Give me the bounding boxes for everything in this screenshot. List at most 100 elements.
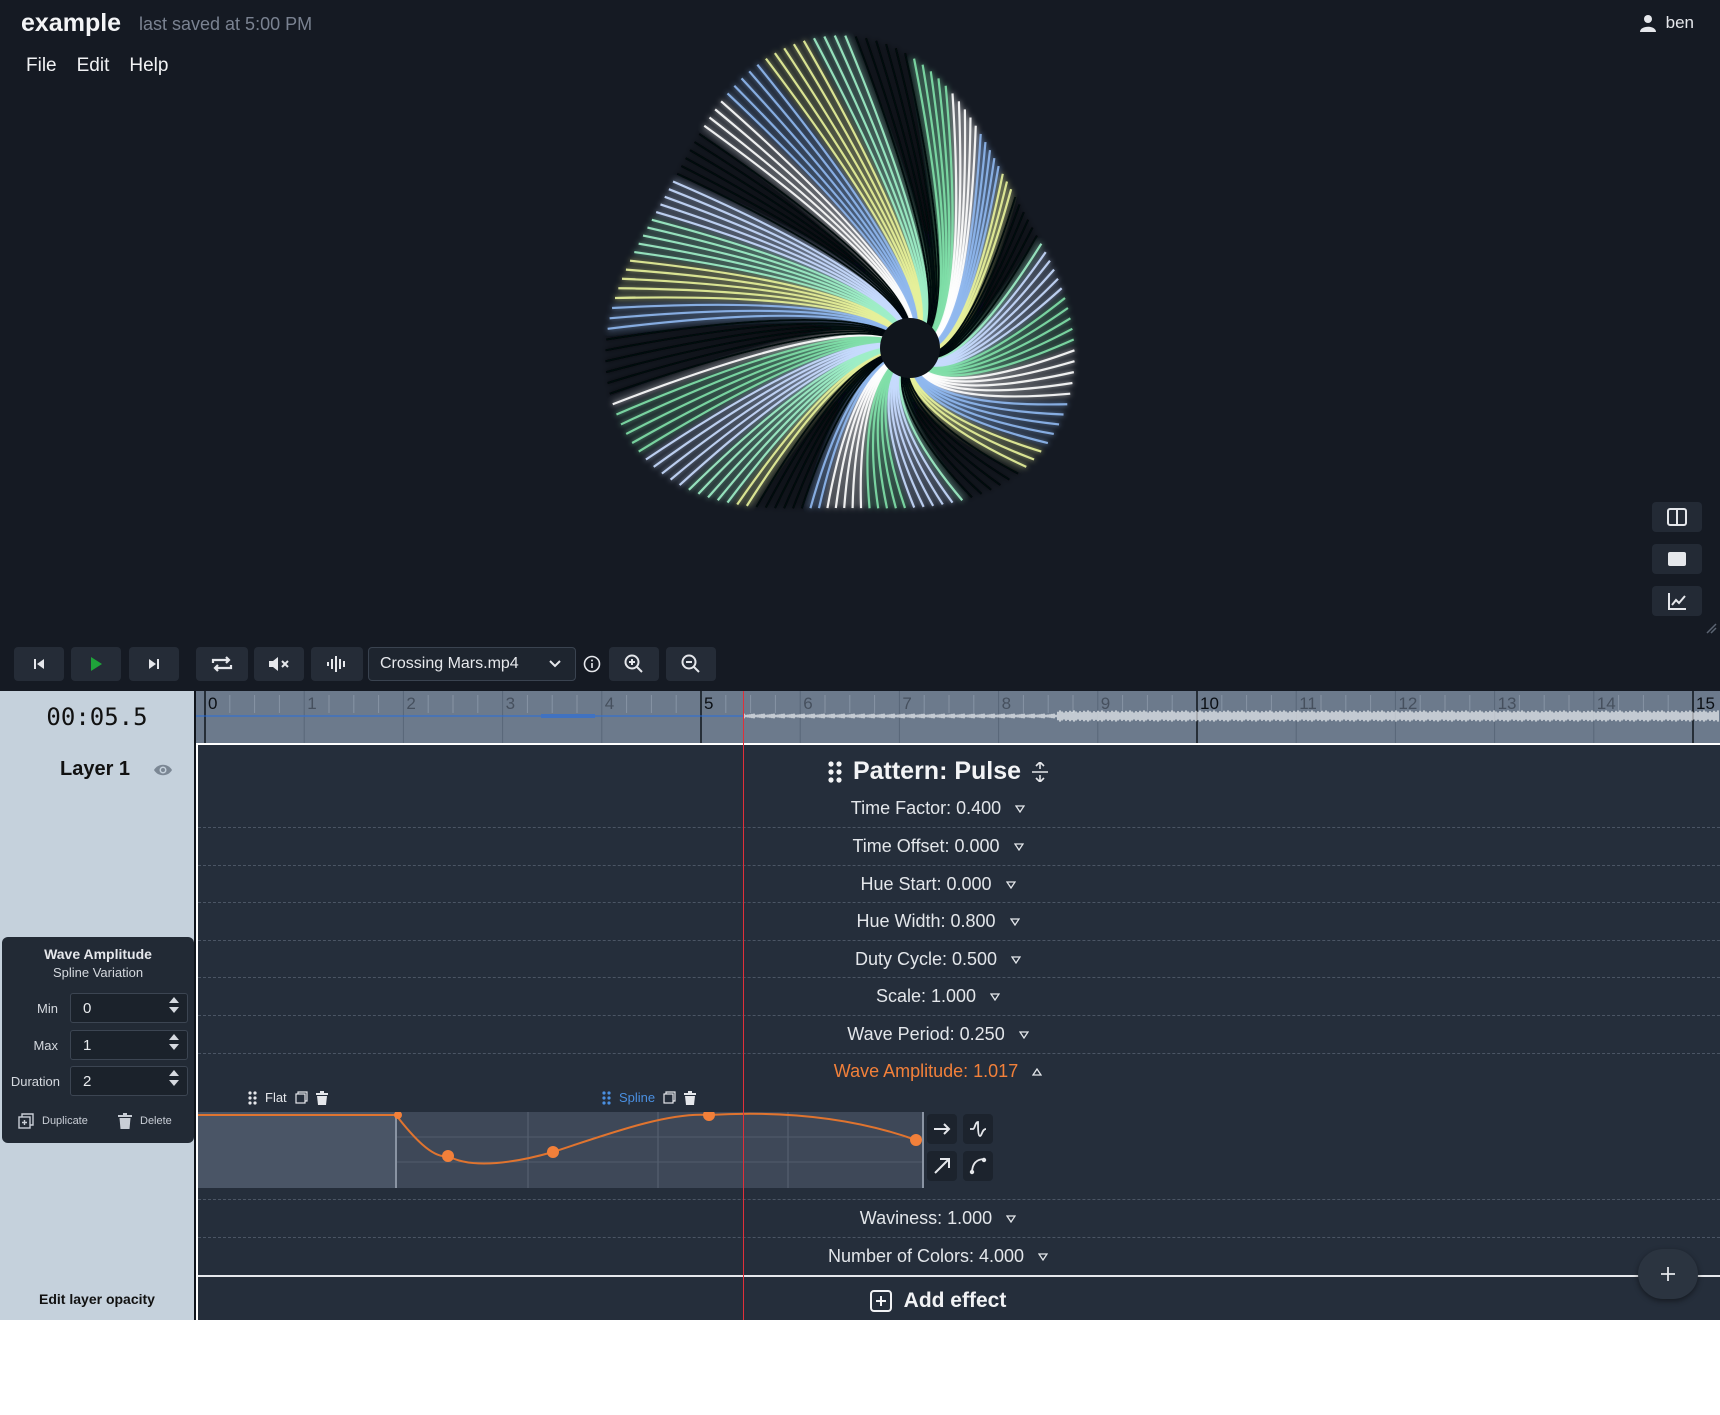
spinner-up-icon[interactable]	[169, 997, 179, 1003]
zoom-in-button[interactable]	[609, 647, 659, 681]
row-divider	[198, 1015, 1720, 1016]
min-stepper[interactable]	[169, 997, 179, 1013]
delete-variation-button[interactable]: Delete	[118, 1113, 172, 1129]
spline-control-point[interactable]	[547, 1146, 559, 1158]
spinner-down-icon[interactable]	[169, 1044, 179, 1050]
min-value: 0	[83, 999, 92, 1017]
duplicate-icon[interactable]	[295, 1091, 308, 1104]
flat-segment-block[interactable]	[198, 1112, 396, 1188]
add-effect-button[interactable]: Add effect	[198, 1289, 1678, 1313]
caret-down-icon	[1009, 917, 1020, 926]
linear-segment-tool[interactable]	[927, 1114, 957, 1144]
segment-spline-header[interactable]: Spline	[602, 1090, 697, 1105]
menu-edit[interactable]: Edit	[77, 55, 110, 77]
param-scale[interactable]: Scale: 1.000	[198, 986, 1678, 1007]
param-wave-period[interactable]: Wave Period: 0.250	[198, 1024, 1678, 1045]
param-hue-width[interactable]: Hue Width: 0.800	[198, 911, 1678, 932]
trash-icon[interactable]	[315, 1090, 328, 1105]
spline-segment-tool[interactable]	[963, 1151, 993, 1181]
param-waviness[interactable]: Waviness: 1.000	[198, 1208, 1678, 1229]
skip-back-button[interactable]	[14, 647, 64, 681]
fill-view-button[interactable]	[1652, 544, 1702, 574]
delete-label: Delete	[140, 1115, 172, 1127]
spinner-down-icon[interactable]	[169, 1080, 179, 1086]
duration-input[interactable]: 2	[70, 1066, 188, 1096]
caret-down-icon	[1015, 804, 1026, 813]
param-label: Waviness: 1.000	[859, 1208, 993, 1228]
ruler-label: 0	[208, 694, 217, 713]
param-duty-cycle[interactable]: Duty Cycle: 0.500	[198, 949, 1678, 970]
add-effect-label: Add effect	[903, 1289, 1007, 1312]
zoom-out-icon	[681, 654, 700, 673]
section-divider	[198, 1275, 1720, 1277]
time-ruler[interactable]: 0 1 2 3 4 5 6 7 8 9 10 11 12 13 14 15	[196, 691, 1720, 743]
duplicate-icon[interactable]	[663, 1091, 676, 1104]
max-input[interactable]: 1	[70, 1030, 188, 1060]
row-divider	[198, 827, 1720, 828]
skip-forward-button[interactable]	[129, 647, 179, 681]
row-divider	[198, 977, 1720, 978]
ramp-segment-tool[interactable]	[927, 1151, 957, 1181]
caret-down-icon	[1018, 1030, 1029, 1039]
segment-flat-header[interactable]: Flat	[248, 1090, 328, 1105]
loop-icon	[211, 656, 233, 672]
spline-control-point[interactable]	[910, 1134, 922, 1146]
variation-subtitle: Spline Variation	[52, 965, 144, 980]
ruler-label: 11	[1299, 694, 1317, 713]
param-label: Wave Period: 0.250	[847, 1024, 1005, 1044]
expand-collapse-icon[interactable]	[1031, 761, 1049, 782]
duration-value: 2	[83, 1072, 92, 1090]
param-hue-start[interactable]: Hue Start: 0.000	[198, 874, 1678, 895]
max-stepper[interactable]	[169, 1034, 179, 1050]
spinner-up-icon[interactable]	[169, 1070, 179, 1076]
zoom-out-button[interactable]	[666, 647, 716, 681]
sine-segment-tool[interactable]	[963, 1114, 993, 1144]
loop-button[interactable]	[196, 647, 248, 681]
mute-icon	[269, 657, 289, 671]
max-label: Max	[33, 1038, 58, 1053]
ruler-label: 5	[704, 694, 713, 713]
drag-handle-icon[interactable]	[602, 1090, 611, 1105]
info-button[interactable]	[582, 647, 602, 681]
duplicate-variation-button[interactable]: Duplicate	[18, 1113, 88, 1129]
graph-view-button[interactable]	[1652, 586, 1702, 616]
skip-back-icon	[34, 659, 44, 669]
menu-file[interactable]: File	[26, 55, 57, 77]
spline-control-point[interactable]	[442, 1150, 454, 1162]
mute-button[interactable]	[254, 647, 304, 681]
user-name: ben	[1665, 13, 1694, 32]
duplicate-icon	[18, 1113, 34, 1129]
param-time-factor[interactable]: Time Factor: 0.400	[198, 798, 1678, 819]
playhead[interactable]	[743, 691, 744, 1320]
ruler-label: 9	[1101, 694, 1110, 713]
param-label: Scale: 1.000	[875, 986, 977, 1006]
split-view-button[interactable]	[1652, 502, 1702, 532]
user-menu[interactable]: ben	[1639, 13, 1694, 33]
drag-handle-icon[interactable]	[248, 1090, 257, 1105]
add-layer-button[interactable]	[1638, 1249, 1698, 1299]
spinner-down-icon[interactable]	[169, 1007, 179, 1013]
waveform-button[interactable]	[311, 647, 363, 681]
spinner-up-icon[interactable]	[169, 1034, 179, 1040]
menu-help[interactable]: Help	[129, 55, 168, 77]
media-file-select[interactable]: Crossing Mars.mp4	[368, 647, 576, 681]
line-chart-icon	[1668, 593, 1686, 610]
param-label: Time Factor: 0.400	[850, 798, 1002, 818]
chevron-down-icon	[549, 660, 561, 668]
trash-icon[interactable]	[684, 1090, 697, 1105]
resize-grip-icon[interactable]	[1705, 622, 1717, 634]
param-time-offset[interactable]: Time Offset: 0.000	[198, 836, 1678, 857]
param-wave-amplitude[interactable]: Wave Amplitude: 1.017	[198, 1061, 1678, 1082]
duration-stepper[interactable]	[169, 1070, 179, 1086]
spline-segment-block[interactable]	[396, 1112, 923, 1188]
row-divider	[198, 1053, 1720, 1054]
param-number-of-colors[interactable]: Number of Colors: 4.000	[198, 1246, 1678, 1267]
trash-icon	[118, 1113, 132, 1129]
drag-handle-icon[interactable]	[827, 760, 843, 784]
min-input[interactable]: 0	[70, 993, 188, 1023]
amplitude-curve-editor[interactable]	[198, 1112, 1720, 1188]
ruler-label: 8	[1002, 694, 1011, 713]
eye-icon[interactable]	[153, 763, 173, 777]
edit-layer-opacity-button[interactable]: Edit layer opacity	[0, 1291, 194, 1307]
play-button[interactable]	[71, 647, 121, 681]
